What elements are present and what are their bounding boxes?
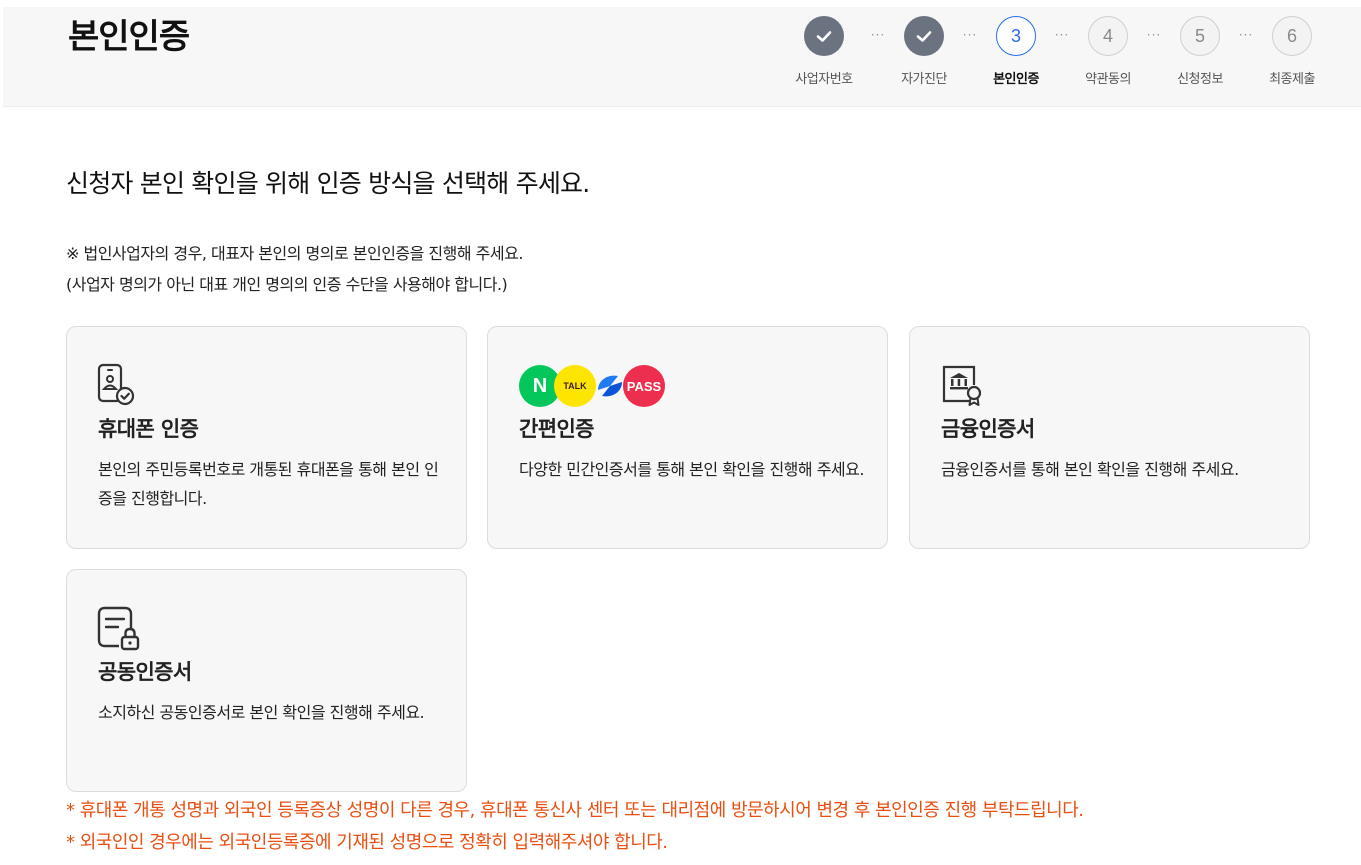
card-description: 본인의 주민등록번호로 개통된 휴대폰을 통해 본인 인증을 진행합니다.: [98, 460, 439, 508]
step-1-business-number: 사업자번호: [784, 16, 864, 87]
step-4-terms-agreement: 4 약관동의: [1068, 16, 1148, 87]
intro-heading: 신청자 본인 확인을 위해 인증 방식을 선택해 주세요.: [66, 169, 590, 198]
card-description: 다양한 민간인증서를 통해 본인 확인을 진행해 주세요.: [519, 460, 864, 479]
warning-name-mismatch: * 휴대폰 개통 성명과 외국인 등록증상 성명이 다른 경우, 휴대폰 통신사…: [66, 800, 1084, 821]
step-number: 4: [1088, 16, 1128, 56]
step-number: 3: [996, 16, 1036, 56]
page-header: 본인인증 사업자번호 ··· 자가진단 ··· 3 본인인증 ··· 4 약관동…: [3, 7, 1361, 107]
step-label: 사업자번호: [795, 72, 853, 87]
card-title: 간편인증: [519, 417, 594, 441]
step-indicator: 사업자번호 ··· 자가진단 ··· 3 본인인증 ··· 4 약관동의 ···…: [3, 16, 1361, 106]
pass-icon: PASS: [623, 365, 665, 407]
bank-certificate-icon: [940, 363, 984, 411]
corporate-note-line2: (사업자 명의가 아닌 대표 개인 명의의 인증 수단을 사용해야 합니다.): [66, 275, 508, 294]
step-2-self-diagnosis: 자가진단: [884, 16, 964, 87]
step-label: 신청정보: [1177, 72, 1223, 87]
step-label: 본인인증: [993, 72, 1039, 87]
card-title: 금융인증서: [941, 417, 1035, 441]
step-number: 6: [1272, 16, 1312, 56]
card-description: 소지하신 공동인증서로 본인 확인을 진행해 주세요.: [98, 703, 425, 722]
simple-auth-logos: N TALK PASS: [519, 365, 669, 409]
card-title: 휴대폰 인증: [98, 417, 199, 441]
step-number: 5: [1180, 16, 1220, 56]
simple-auth-card[interactable]: N TALK PASS 간편인증 다양한 민간인증서를 통해 본인 확인을 진행…: [487, 326, 888, 549]
step-label: 약관동의: [1085, 72, 1131, 87]
phone-auth-card[interactable]: 휴대폰 인증 본인의 주민등록번호로 개통된 휴대폰을 통해 본인 인증을 진행…: [66, 326, 467, 549]
step-label: 최종제출: [1269, 72, 1315, 87]
step-label: 자가진단: [901, 72, 947, 87]
step-6-final-submission: 6 최종제출: [1252, 16, 1332, 87]
card-title: 공동인증서: [98, 660, 192, 684]
document-lock-icon: [97, 606, 141, 656]
phone-check-icon: [97, 363, 137, 411]
financial-certificate-card[interactable]: 금융인증서 금융인증서를 통해 본인 확인을 진행해 주세요.: [909, 326, 1310, 549]
check-icon: [804, 16, 844, 56]
step-3-identity-verification: 3 본인인증: [976, 16, 1056, 87]
check-icon: [904, 16, 944, 56]
corporate-note-line1: ※ 법인사업자의 경우, 대표자 본인의 명의로 본인인증을 진행해 주세요.: [66, 244, 523, 263]
joint-certificate-card[interactable]: 공동인증서 소지하신 공동인증서로 본인 확인을 진행해 주세요.: [66, 569, 467, 792]
warning-foreigner-name: * 외국인인 경우에는 외국인등록증에 기재된 성명으로 정확히 입력해주셔야 …: [66, 832, 668, 853]
step-5-application-info: 5 신청정보: [1160, 16, 1240, 87]
card-description: 금융인증서를 통해 본인 확인을 진행해 주세요.: [941, 460, 1239, 479]
